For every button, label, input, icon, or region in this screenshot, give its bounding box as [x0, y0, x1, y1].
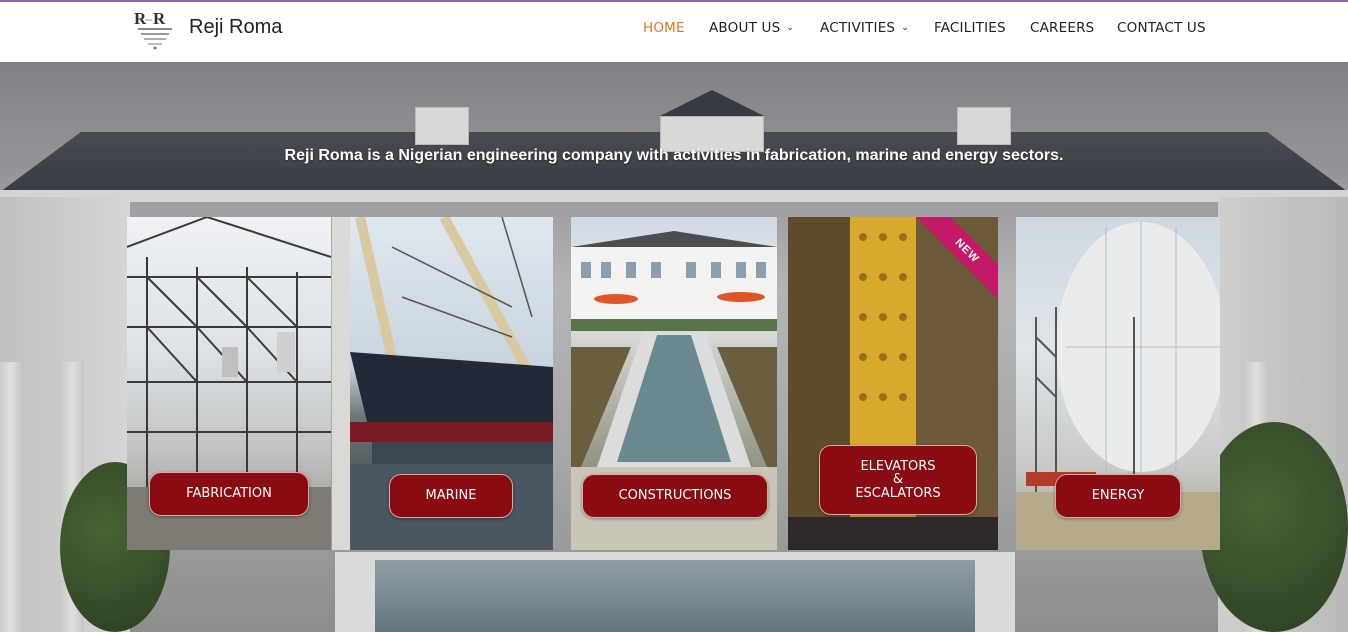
- card-marine[interactable]: MARINE: [332, 217, 553, 550]
- elevators-escalators-button[interactable]: ELEVATORS & ESCALATORS: [819, 445, 977, 515]
- nav-facilities-label: FACILITIES: [934, 20, 1006, 36]
- fabrication-button[interactable]: FABRICATION: [149, 472, 309, 516]
- nav-contact-us[interactable]: CONTACT US: [1117, 20, 1206, 36]
- nav-home[interactable]: HOME: [643, 20, 685, 36]
- constructions-button-label: CONSTRUCTIONS: [618, 488, 732, 504]
- energy-button-label: ENERGY: [1091, 488, 1145, 504]
- chevron-down-icon: ⌄: [786, 23, 795, 33]
- fabrication-button-label: FABRICATION: [186, 486, 272, 502]
- nav-facilities[interactable]: FACILITIES: [934, 20, 1006, 36]
- card-fabrication[interactable]: FABRICATION: [127, 217, 331, 550]
- main-nav: HOME ABOUT US ⌄ ACTIVITIES ⌄ FACILITIES CA…: [0, 20, 1348, 40]
- nav-contact-us-label: CONTACT US: [1117, 20, 1206, 36]
- elevators-button-label-line2: &: [892, 472, 904, 488]
- marine-button[interactable]: MARINE: [389, 474, 513, 518]
- new-ribbon-label: NEW: [914, 217, 998, 301]
- elevators-button-label-line1: ELEVATORS: [860, 458, 936, 474]
- card-constructions[interactable]: CONSTRUCTIONS: [571, 217, 777, 550]
- nav-activities-label: ACTIVITIES: [820, 20, 896, 36]
- nav-about-us[interactable]: ABOUT US ⌄: [709, 20, 794, 36]
- new-ribbon: NEW: [914, 217, 998, 301]
- hero-section: Reji Roma is a Nigerian engineering comp…: [0, 62, 1348, 632]
- nav-careers[interactable]: CAREERS: [1030, 20, 1094, 36]
- marine-button-label: MARINE: [425, 488, 477, 504]
- nav-about-us-label: ABOUT US: [709, 20, 781, 36]
- hero-tagline: Reji Roma is a Nigerian engineering comp…: [284, 147, 1064, 164]
- constructions-button[interactable]: CONSTRUCTIONS: [582, 474, 768, 518]
- card-energy[interactable]: ENERGY: [1016, 217, 1220, 550]
- chevron-down-icon: ⌄: [901, 23, 909, 33]
- nav-home-label: HOME: [643, 20, 685, 36]
- nav-careers-label: CAREERS: [1030, 20, 1095, 36]
- site-header: R R Reji Roma HOME ABOUT US ⌄ ACTIVITIES ⌄…: [0, 2, 1348, 62]
- nav-activities[interactable]: ACTIVITIES ⌄: [820, 20, 909, 36]
- energy-button[interactable]: ENERGY: [1055, 474, 1181, 518]
- elevators-button-label-line3: ESCALATORS: [855, 485, 941, 501]
- card-elevators-escalators[interactable]: NEW ELEVATORS & ESCALATORS: [788, 217, 998, 550]
